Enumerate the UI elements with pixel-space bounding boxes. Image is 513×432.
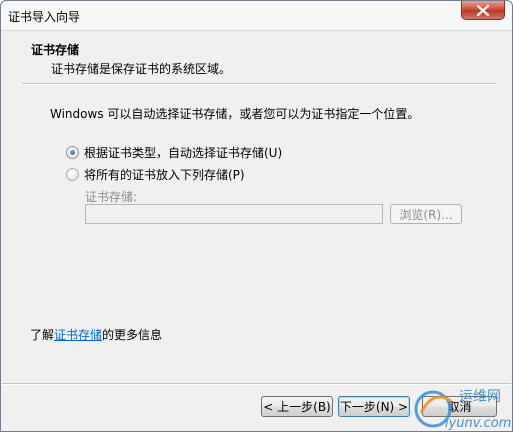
page-title: 证书存储 xyxy=(31,43,80,57)
cancel-button[interactable]: 取消 xyxy=(422,396,497,417)
more-info-text: 了解证书存储的更多信息 xyxy=(30,326,162,343)
certificate-store-link[interactable]: 证书存储 xyxy=(54,328,102,342)
more-info-suffix: 的更多信息 xyxy=(102,328,163,342)
close-icon xyxy=(477,4,489,16)
radio-auto-select[interactable] xyxy=(66,145,79,159)
window-title: 证书导入向导 xyxy=(8,10,81,24)
close-button[interactable] xyxy=(461,1,505,20)
wizard-header: 证书存储 证书存储是保存证书的系统区域。 xyxy=(2,32,511,84)
back-button[interactable]: < 上一步(B) xyxy=(261,396,333,417)
certificate-import-wizard-window: 证书导入向导 证书存储 证书存储是保存证书的系统区域。 Windows 可以自动… xyxy=(0,0,513,432)
option-manual-label: 将所有的证书放入下列存储(P) xyxy=(84,167,245,182)
option-manual-store[interactable]: 将所有的证书放入下列存储(P) xyxy=(66,166,245,182)
radio-manual-store[interactable] xyxy=(66,167,79,181)
header-divider xyxy=(22,83,496,85)
more-info-prefix: 了解 xyxy=(30,328,55,342)
title-bar: 证书导入向导 xyxy=(1,1,512,31)
footer-divider xyxy=(2,383,511,385)
store-field-label: 证书存储: xyxy=(85,190,138,204)
next-button[interactable]: 下一步(N) > xyxy=(338,396,410,417)
option-auto-select-store[interactable]: 根据证书类型，自动选择证书存储(U) xyxy=(66,144,282,160)
intro-text: Windows 可以自动选择证书存储，或者您可以为证书指定一个位置。 xyxy=(50,107,420,121)
option-auto-label: 根据证书类型，自动选择证书存储(U) xyxy=(84,145,283,160)
certificate-store-field[interactable] xyxy=(85,204,383,224)
browse-button[interactable]: 浏览(R)... xyxy=(390,204,462,224)
page-subtitle: 证书存储是保存证书的系统区域。 xyxy=(51,62,232,76)
